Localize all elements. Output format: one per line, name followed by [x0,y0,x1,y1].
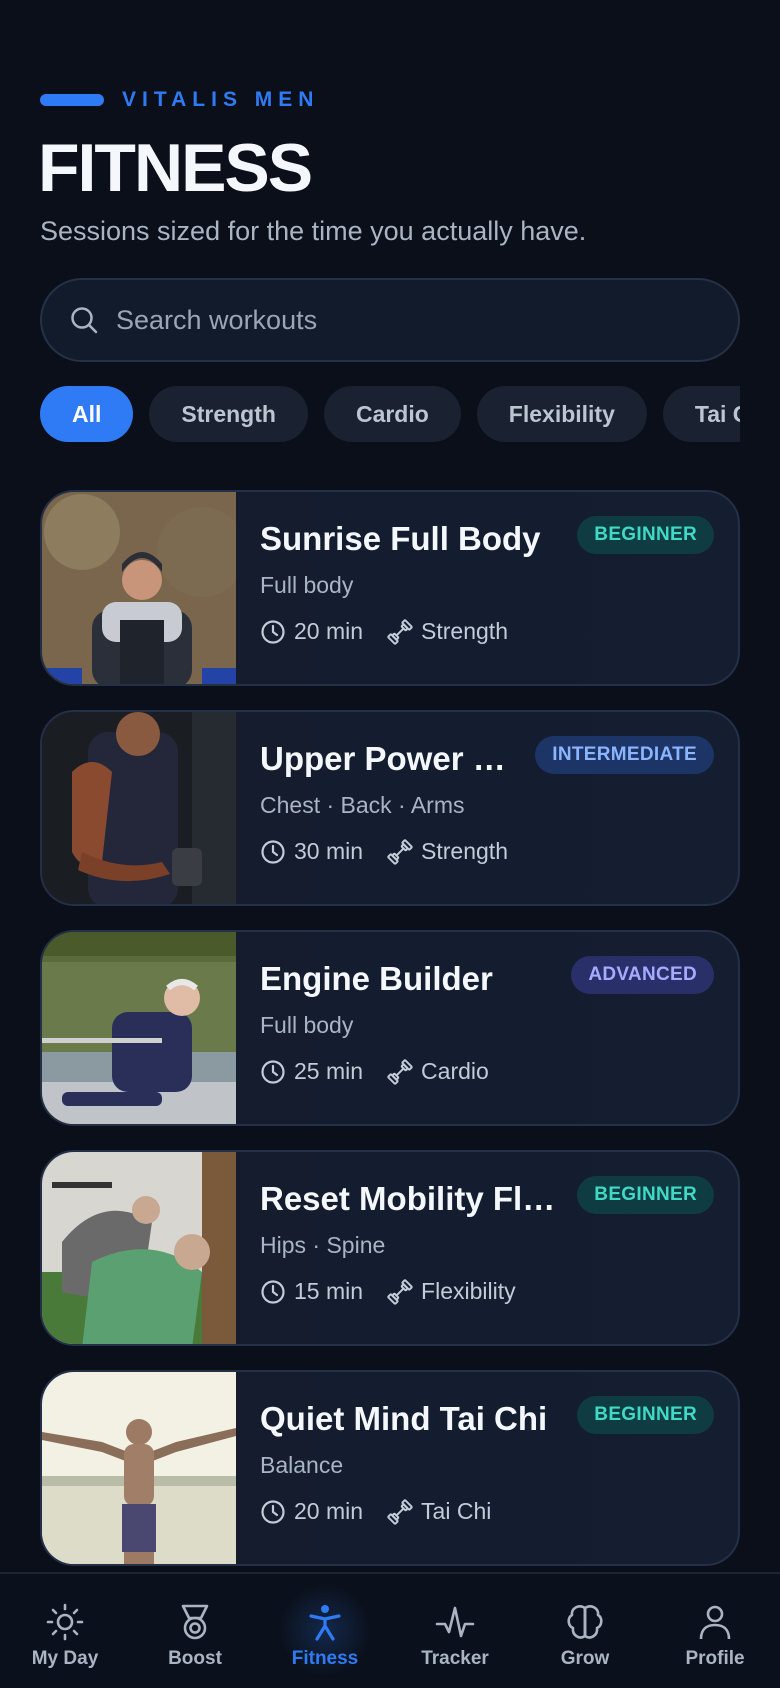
search-icon [68,304,100,336]
workout-meta: 20 min Strength [260,618,508,645]
nav-item-boost[interactable]: Boost [130,1574,260,1688]
filter-chip-strength[interactable]: Strength [149,386,308,442]
pulse-icon [433,1600,477,1644]
workout-meta: 25 min Cardio [260,1058,489,1085]
workout-title: Sunrise Full Body [260,520,541,557]
workout-meta: 15 min Flexibility [260,1278,516,1305]
nav-item-tracker[interactable]: Tracker [390,1574,520,1688]
workout-duration: 20 min [294,618,364,644]
workout-list: Sunrise Full Body BEGINNER Full body 20 … [40,490,740,1590]
workout-card[interactable]: Upper Power … INTERMEDIATE Chest · Back … [40,710,740,906]
page-title: FITNESS [38,130,313,206]
workout-title: Engine Builder [260,960,493,997]
dumbbell-icon [387,1058,413,1085]
workout-meta: 20 min Tai Chi [260,1498,491,1525]
medal-icon [173,1600,217,1644]
workout-thumbnail [42,1152,236,1344]
nav-label: Grow [560,1648,610,1669]
workout-duration: 20 min [294,1498,364,1524]
clock-icon [260,1499,286,1525]
level-badge: ADVANCED [571,956,714,994]
level-badge: BEGINNER [577,516,714,554]
workout-title: Reset Mobility Fl… [260,1180,556,1217]
workout-thumbnail [42,932,236,1124]
workout-card[interactable]: Quiet Mind Tai Chi BEGINNER Balance 20 m… [40,1370,740,1566]
filter-chip-cardio[interactable]: Cardio [323,386,461,442]
workout-category: Cardio [421,1058,489,1084]
clock-icon [260,619,286,645]
dumbbell-icon [387,618,413,645]
workout-title: Quiet Mind Tai Chi [260,1400,548,1437]
workout-focus: Full body [260,572,354,598]
dumbbell-icon [387,1498,413,1525]
eyebrow: VITALIS MEN [40,88,319,112]
filter-chips: All Strength Cardio Flexibility Tai Chi [40,386,740,442]
workout-category: Flexibility [421,1278,516,1304]
workout-thumbnail [42,1372,236,1564]
nav-label: Fitness [291,1648,359,1669]
fitness-screen: VITALIS MEN FITNESS Sessions sized for t… [0,0,780,1688]
brain-icon [563,1600,607,1644]
workout-thumbnail [42,492,236,684]
workout-duration: 25 min [294,1058,364,1084]
workout-card[interactable]: Sunrise Full Body BEGINNER Full body 20 … [40,490,740,686]
workout-title: Upper Power … [260,740,506,777]
person-icon [303,1600,347,1644]
nav-item-fitness[interactable]: Fitness [260,1574,390,1688]
filter-chip-all[interactable]: All [40,386,134,442]
page-subtitle: Sessions sized for the time you actually… [40,216,587,246]
sun-icon [43,1600,87,1644]
dumbbell-icon [387,838,413,865]
level-badge: BEGINNER [577,1176,714,1214]
nav-label: My Day [31,1648,99,1669]
workout-focus: Hips · Spine [260,1232,386,1258]
nav-label: Profile [685,1648,745,1669]
filter-chip-flexibility[interactable]: Flexibility [476,386,647,442]
level-badge: INTERMEDIATE [535,736,714,774]
nav-label: Tracker [421,1648,489,1669]
workout-thumbnail [42,712,236,904]
clock-icon [260,1059,286,1085]
eyebrow-accent-bar [40,94,104,106]
nav-item-profile[interactable]: Profile [650,1574,780,1688]
workout-duration: 15 min [294,1278,364,1304]
workout-card[interactable]: Engine Builder ADVANCED Full body 25 min… [40,930,740,1126]
level-badge: BEGINNER [577,1396,714,1434]
workout-category: Tai Chi [421,1498,492,1524]
workout-card[interactable]: Reset Mobility Fl… BEGINNER Hips · Spine… [40,1150,740,1346]
workout-focus: Full body [260,1012,354,1038]
workout-category: Strength [421,618,508,644]
nav-label: Boost [168,1648,222,1669]
clock-icon [260,1279,286,1305]
brand-eyebrow: VITALIS MEN [122,88,320,111]
search-bar[interactable] [40,278,740,362]
workout-duration: 30 min [294,838,364,864]
clock-icon [260,839,286,865]
workout-meta: 30 min Strength [260,838,508,865]
user-icon [693,1600,737,1644]
workout-focus: Chest · Back · Arms [260,792,465,818]
search-input[interactable] [116,304,676,336]
dumbbell-icon [387,1278,413,1305]
filter-chip-tai-chi[interactable]: Tai Chi [662,386,740,442]
workout-focus: Balance [260,1452,344,1478]
workout-category: Strength [421,838,508,864]
nav-item-grow[interactable]: Grow [520,1574,650,1688]
nav-item-my-day[interactable]: My Day [0,1574,130,1688]
bottom-nav: My Day Boost Fitness Tracker Grow Profil… [0,1572,780,1688]
